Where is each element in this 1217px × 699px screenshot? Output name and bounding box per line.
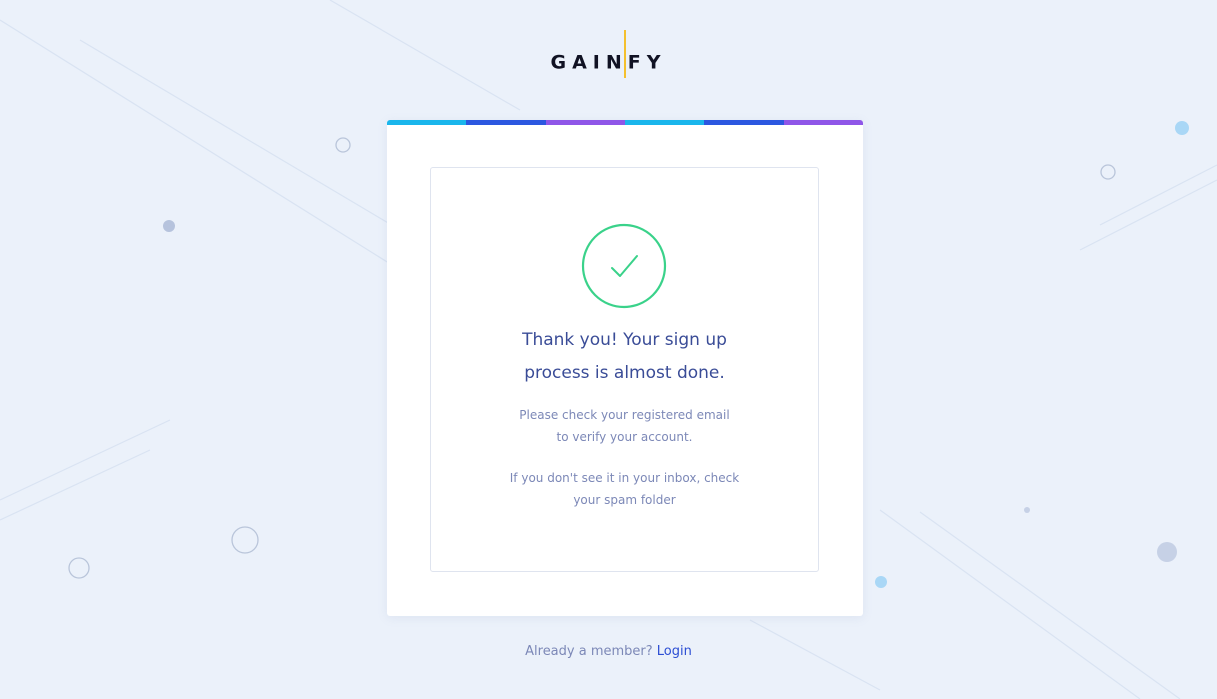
logo-text-left: GAIN [550, 51, 628, 74]
card-top-stripe [387, 120, 863, 125]
headline-line: process is almost done. [524, 363, 725, 383]
login-link[interactable]: Login [657, 644, 692, 659]
confirmation-headline: Thank you! Your sign up process is almos… [431, 324, 818, 390]
note-line: If you don't see it in your inbox, check [509, 471, 740, 485]
stripe-segment [466, 120, 546, 125]
stripe-segment [783, 120, 863, 125]
logo-text-right: FY [627, 51, 667, 74]
message-line: Please check your registered email [519, 408, 730, 422]
logo-divider [623, 30, 626, 78]
message-line: to verify your account. [556, 430, 693, 444]
spam-folder-note: If you don't see it in your inbox, check… [431, 467, 818, 511]
note-line: your spam folder [573, 493, 676, 507]
stripe-segment [545, 120, 625, 125]
login-prompt: Already a member? Login [0, 641, 1217, 663]
verify-email-message: Please check your registered email to ve… [431, 404, 818, 448]
member-prompt-text: Already a member? [525, 644, 653, 659]
stripe-segment [624, 120, 705, 125]
message-box: Thank you! Your sign up process is almos… [430, 167, 819, 572]
stripe-segment [704, 120, 784, 125]
stripe-segment [387, 120, 467, 125]
checkmark-circle-icon [581, 223, 667, 309]
headline-line: Thank you! Your sign up [522, 330, 727, 350]
brand-logo[interactable]: GAINFY [0, 30, 1217, 80]
confirmation-card: Thank you! Your sign up process is almos… [387, 120, 863, 616]
